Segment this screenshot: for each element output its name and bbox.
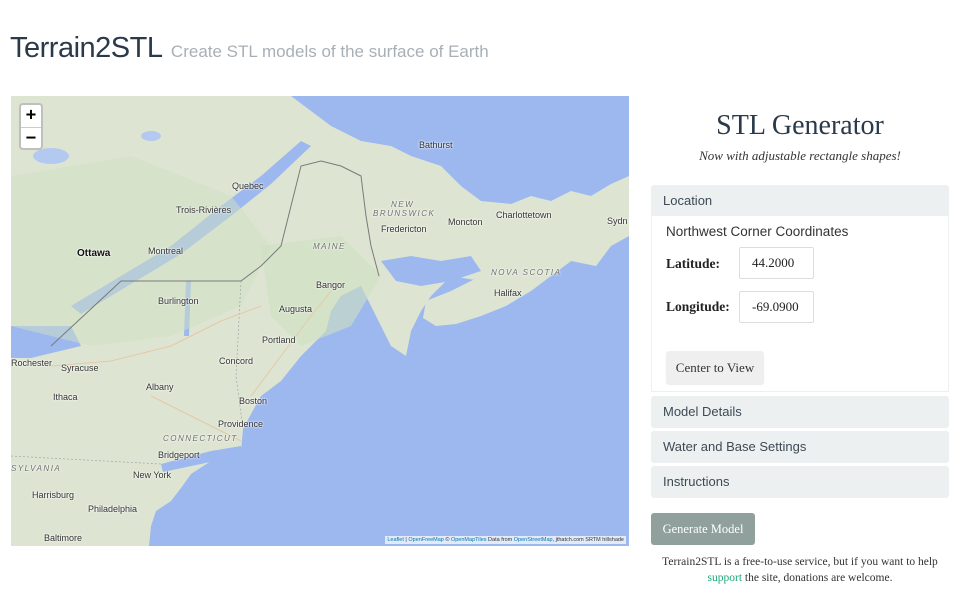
map-label-brunswick: BRUNSWICK	[373, 209, 436, 218]
map-label-providence: Providence	[218, 419, 264, 429]
generate-model-button[interactable]: Generate Model	[651, 513, 755, 545]
leaflet-link[interactable]: Leaflet	[387, 537, 404, 543]
attribution-rest: , jthatch.com SRTM hillshade	[552, 537, 624, 543]
map-label-portland: Portland	[262, 335, 296, 345]
longitude-input[interactable]	[739, 291, 814, 323]
map-label-burlington: Burlington	[158, 296, 199, 306]
zoom-in-button[interactable]: +	[21, 105, 41, 127]
map-attribution: Leaflet | OpenFreeMap © OpenMapTiles Dat…	[385, 536, 626, 544]
map-label-philadelphia: Philadelphia	[88, 504, 138, 514]
map-tiles	[11, 96, 629, 546]
map-label-connecticut: CONNECTICUT	[163, 434, 238, 443]
map-label-charlottetown: Charlottetown	[496, 210, 552, 220]
map-label-baltimore: Baltimore	[44, 533, 83, 543]
map-label-bangor: Bangor	[316, 280, 346, 290]
latitude-input[interactable]	[739, 247, 814, 279]
panel-subtitle: Now with adjustable rectangle shapes!	[699, 148, 901, 163]
map-label-ithaca: Ithaca	[53, 392, 78, 402]
map-label-concord: Concord	[219, 356, 254, 366]
map-label-ottawa: Ottawa	[77, 248, 111, 259]
map-label-trois-rivieres: Trois-Rivières	[176, 205, 232, 215]
section-water-base[interactable]: Water and Base Settings	[651, 431, 949, 463]
terrain-map[interactable]: Bathurst Quebec NEW BRUNSWICK Charlottet…	[11, 96, 629, 546]
location-section-body: Northwest Corner Coordinates Latitude: L…	[651, 216, 949, 392]
section-location[interactable]: Location	[651, 185, 949, 217]
map-label-albany: Albany	[146, 382, 174, 392]
footer-text-before: Terrain2STL is a free-to-use service, bu…	[662, 556, 938, 568]
panel-title: STL Generator	[716, 110, 884, 141]
attribution-data-from: Data from	[486, 537, 514, 543]
map-label-rochester: Rochester	[11, 358, 53, 368]
latitude-label: Latitude:	[666, 256, 720, 271]
map-label-harrisburg: Harrisburg	[32, 490, 75, 500]
map-label-halifax: Halifax	[494, 288, 522, 298]
stl-generator-panel: STL Generator Now with adjustable rectan…	[651, 110, 949, 164]
map-label-moncton: Moncton	[448, 217, 483, 227]
map-label-bathurst: Bathurst	[419, 140, 453, 150]
section-model-details[interactable]: Model Details	[651, 396, 949, 428]
openmaptiles-link[interactable]: OpenMapTiles	[451, 537, 487, 543]
longitude-label: Longitude:	[666, 299, 730, 314]
footer-text-after: the site, donations are welcome.	[742, 572, 893, 584]
map-label-new: NEW	[391, 200, 415, 209]
openfreemap-link[interactable]: OpenFreeMap	[408, 537, 443, 543]
map-label-quebec: Quebec	[232, 181, 264, 191]
attribution-copyright: ©	[443, 537, 451, 543]
support-link[interactable]: support	[708, 572, 743, 584]
coords-heading: Northwest Corner Coordinates	[666, 224, 849, 239]
site-tagline: Create STL models of the surface of Eart…	[170, 42, 489, 61]
footer-note: Terrain2STL is a free-to-use service, bu…	[651, 554, 949, 586]
map-label-syracuse: Syracuse	[61, 363, 99, 373]
site-title: Terrain2STL	[10, 32, 163, 64]
page-header: Terrain2STL Create STL models of the sur…	[10, 32, 489, 65]
map-label-nova-scotia: NOVA SCOTIA	[491, 268, 562, 277]
map-label-new-york: New York	[133, 470, 172, 480]
zoom-out-button[interactable]: −	[21, 127, 41, 148]
map-label-montreal: Montreal	[148, 246, 184, 256]
map-label-pennsylvania: SYLVANIA	[11, 464, 62, 473]
center-to-view-button[interactable]: Center to View	[666, 351, 764, 384]
map-label-bridgeport: Bridgeport	[158, 450, 200, 460]
map-label-sydney: Sydn	[607, 216, 628, 226]
map-label-fredericton: Fredericton	[381, 224, 427, 234]
section-instructions[interactable]: Instructions	[651, 466, 949, 498]
map-label-boston: Boston	[239, 396, 268, 406]
zoom-control: + −	[19, 103, 43, 150]
map-label-augusta: Augusta	[279, 304, 313, 314]
openstreetmap-link[interactable]: OpenStreetMap	[514, 537, 553, 543]
map-label-maine: MAINE	[313, 242, 346, 251]
